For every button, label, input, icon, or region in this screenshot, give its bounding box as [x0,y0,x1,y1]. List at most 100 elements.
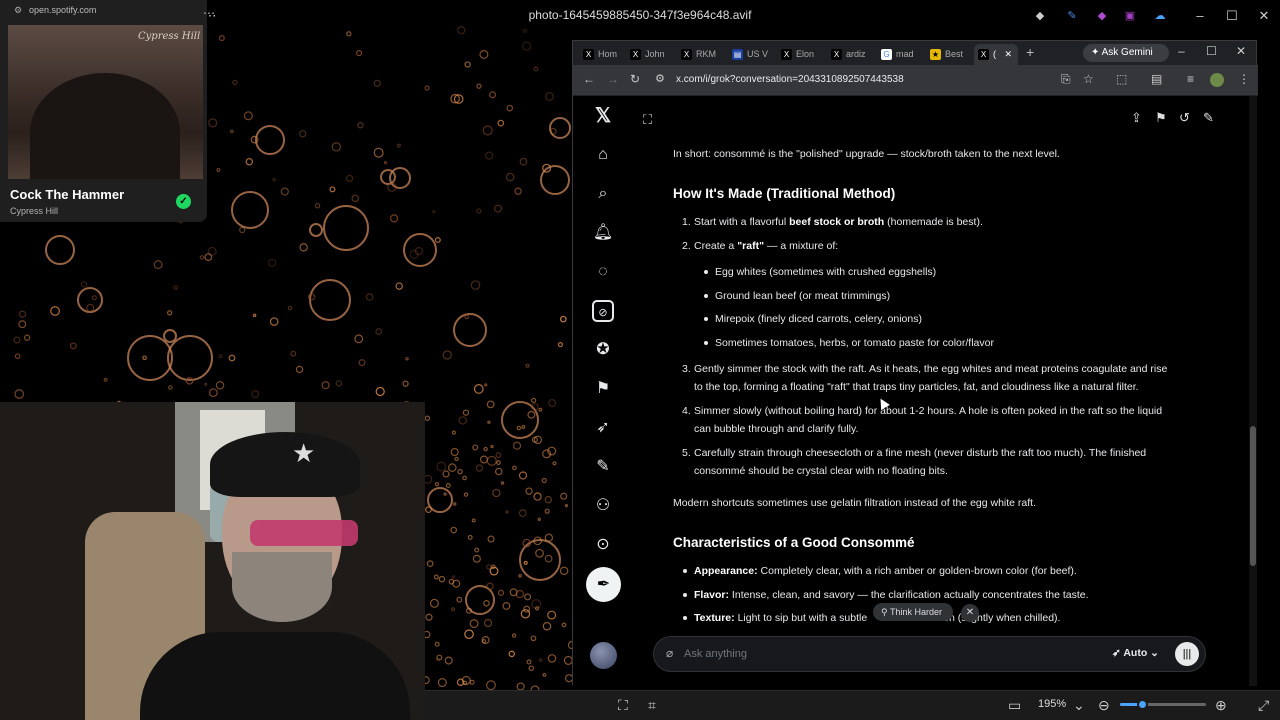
spotify-url: open.spotify.com [29,5,97,15]
tab-0[interactable]: X Hom [579,44,625,65]
site-settings-icon[interactable]: ⚙ [14,5,22,16]
app-icon-edit[interactable]: ✎ [1057,2,1087,30]
fit-icon[interactable]: ⛶ [618,697,628,714]
bokeh-speck [467,534,473,540]
app-icon-copilot[interactable]: ◆ [1025,2,1055,30]
tab-7[interactable]: ★ Best [926,44,972,65]
bokeh-speck [433,574,439,580]
home-icon[interactable]: ⌂ [592,144,614,166]
profile-avatar[interactable] [1210,73,1224,87]
track-artist[interactable]: Cypress Hill [10,206,58,216]
menu-icon[interactable]: ⋮ [1238,72,1250,86]
actual-size-icon[interactable]: ▭ [1008,697,1021,714]
close-tab-icon[interactable]: ✕ [1002,49,1013,59]
track-title[interactable]: Cock The Hammer [10,187,124,202]
expand-icon[interactable]: ⛶ [643,112,652,128]
zoom-slider[interactable] [1120,703,1206,706]
tab-5[interactable]: Xardiz [827,44,873,65]
ocr-icon[interactable]: ⌗ [648,697,656,714]
tab-1[interactable]: X John [626,44,672,65]
minimize-icon[interactable]: – [1178,44,1185,58]
bokeh-speck [494,204,503,213]
minimize-icon[interactable]: – [1185,2,1215,30]
tab-8[interactable]: X ( ✕ [974,44,1018,65]
bokeh-speck [500,481,505,485]
zoom-out-icon[interactable]: ⊖ [1098,697,1110,714]
forward-icon[interactable]: → [607,72,619,86]
ask-input[interactable] [684,643,1064,665]
bookmark-icon[interactable]: ⚑ [1155,110,1167,126]
bokeh-speck [486,582,494,591]
app-icon-designer[interactable]: ▣ [1115,2,1145,30]
bokeh-speck [458,416,468,425]
search-icon[interactable]: ⌕ [592,183,614,205]
rocket-icon[interactable]: ➶ [592,417,614,439]
site-info-icon[interactable]: ⚙ [655,72,665,85]
zoom-level[interactable]: 195% [1038,698,1066,710]
share-icon[interactable]: ⇪ [1131,110,1142,126]
notifications-icon[interactable]: 🔔︎ [592,222,614,244]
more-options-icon[interactable]: ⋯ [203,6,215,20]
bokeh-speck [442,470,450,478]
maximize-icon[interactable]: ☐ [1206,44,1217,58]
voice-mode-button[interactable]: ||| [1175,642,1199,666]
zoom-in-icon[interactable]: ⊕ [1215,697,1227,714]
bokeh-speck [483,446,488,452]
avatar[interactable] [590,642,617,669]
tab-6[interactable]: Gmad [877,44,923,65]
post-button[interactable]: ✒ [586,567,621,602]
reading-list-icon[interactable]: ≡ [1187,72,1194,86]
bokeh-speck [494,467,503,476]
new-tab-button[interactable]: + [1026,44,1034,60]
bokeh-ring [540,165,570,195]
sidebar-icon[interactable]: ▤ [1151,72,1162,86]
install-icon[interactable]: ⎘ [1061,72,1071,87]
more-icon[interactable]: ⊙ [592,534,614,556]
tab-label: John [645,49,665,59]
close-icon[interactable]: ✕ [1249,2,1279,30]
close-icon[interactable]: ✕ [1236,44,1246,58]
check-icon[interactable]: ✓ [176,194,191,209]
characteristic-label: Flavor: [694,589,730,601]
bokeh-speck [472,554,481,563]
app-icon-paint[interactable]: ◆ [1087,2,1117,30]
reload-icon[interactable]: ↻ [630,72,640,86]
bullet-dot [683,616,687,620]
ask-gemini-button[interactable]: ✦ Ask Gemini [1083,44,1169,62]
think-harder-button[interactable]: ⚲ Think Harder [873,603,953,621]
bookmark-star-icon[interactable]: ☆ [1083,72,1094,86]
x-logo-icon[interactable]: 𝕏 [592,105,614,127]
fullscreen-icon[interactable]: ⤢ [1258,697,1269,714]
articles-icon[interactable]: ✎ [592,456,614,478]
tab-3[interactable]: ▤ US V [728,44,774,65]
bokeh-speck [508,650,515,658]
profile-icon[interactable]: ⚇ [592,495,614,517]
bokeh-ring [309,223,323,237]
bokeh-speck [476,83,482,89]
history-icon[interactable]: ↺ [1179,110,1190,126]
grok-icon[interactable]: ⊘ [592,300,614,322]
extensions-icon[interactable]: ⬚ [1116,72,1127,86]
bookmarks-icon[interactable]: ⚑ [592,378,614,400]
bokeh-speck [321,381,330,390]
attach-icon[interactable]: ⌀ [666,646,673,660]
url-field[interactable]: x.com/i/grok?conversation=20433108925074… [676,74,904,85]
characteristic-text: Light to sip but with a subtle [734,612,868,624]
tab-4[interactable]: X Elon [777,44,823,65]
tab-2[interactable]: X RKM [677,44,723,65]
maximize-icon[interactable]: ☐ [1217,2,1247,30]
back-icon[interactable]: ← [583,72,595,86]
scrollbar-thumb[interactable] [1250,426,1256,566]
bokeh-speck [269,317,279,326]
messages-icon[interactable]: ◌ [592,261,614,283]
bokeh-speck [383,160,388,165]
dismiss-think-harder-icon[interactable]: ✕ [961,604,979,622]
mode-selector[interactable]: ➶ Auto ⌄ [1112,647,1159,659]
bokeh-speck [331,142,341,152]
bokeh-speck [474,547,480,553]
verified-icon[interactable]: ✪ [592,339,614,361]
new-chat-icon[interactable]: ✎ [1203,110,1214,126]
chevron-down-icon[interactable]: ⌄ [1073,697,1085,714]
app-icon-cloud[interactable]: ☁ [1145,2,1175,30]
scrollbar[interactable] [1249,96,1257,686]
